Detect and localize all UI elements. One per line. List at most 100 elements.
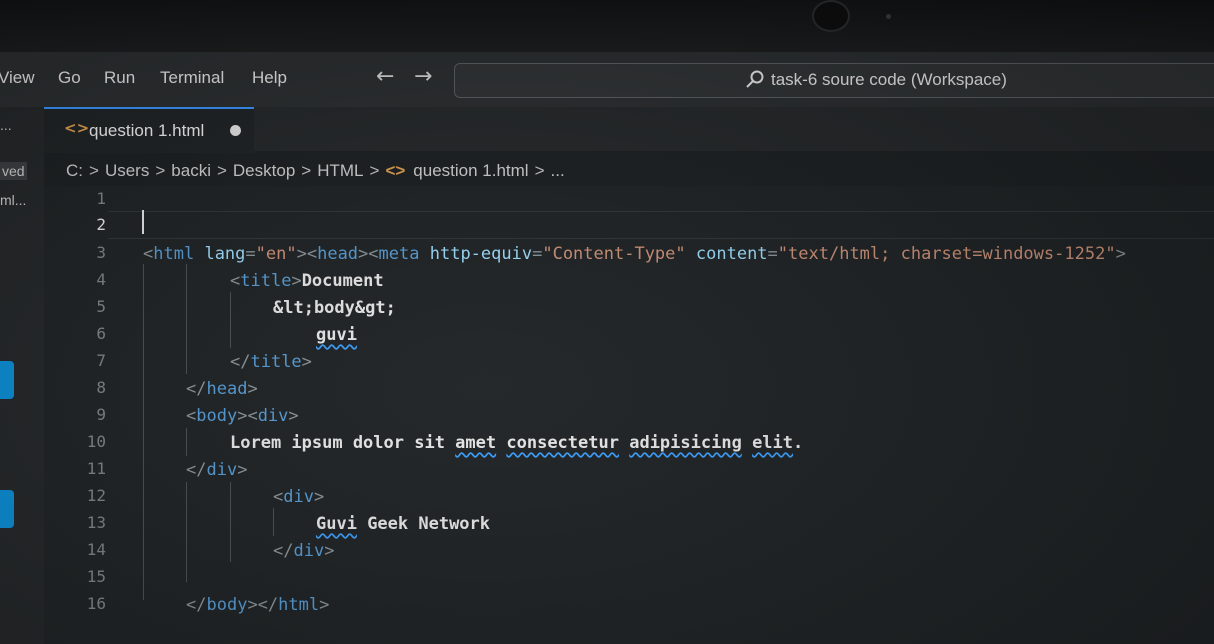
menu-view[interactable]: View (0, 68, 35, 88)
chevron-right-icon: > (155, 161, 166, 180)
breadcrumb-item[interactable]: question 1.html (413, 161, 528, 180)
indent-guide (186, 428, 187, 456)
menu-terminal[interactable]: Terminal (160, 68, 224, 88)
breadcrumb: C: > Users > backi > Desktop > HTML > <> question 1… (66, 161, 565, 181)
line-number: 13 (86, 513, 106, 532)
token: div (283, 487, 314, 507)
token: title (240, 271, 292, 291)
indent-guide (186, 264, 187, 374)
token: http-equiv (429, 244, 533, 264)
token: . (793, 433, 804, 453)
breadcrumb-item[interactable]: Desktop (233, 161, 295, 180)
code-line-13: Guvi Geek Network (316, 514, 490, 534)
token: elit (752, 433, 794, 453)
menu-go[interactable]: Go (58, 68, 81, 88)
html-file-icon: <> (64, 119, 90, 137)
sidebar-strip: ... ved ml... (0, 107, 44, 644)
tab-bar: <> question 1.html (44, 107, 1214, 153)
token: adipisicing (629, 433, 742, 453)
token: consectetur (506, 433, 619, 453)
line-number: 14 (86, 540, 106, 559)
line-number: 5 (96, 297, 106, 316)
token: title (250, 352, 302, 372)
tab-label: question 1.html (89, 121, 205, 140)
tab-question-1-html[interactable]: <> question 1.html (44, 107, 254, 153)
token: = (245, 244, 256, 264)
token: >< (296, 244, 318, 264)
code-line-14: </div> (273, 541, 334, 561)
code-line-5: &lt;body&gt; (273, 298, 396, 318)
search-icon (746, 70, 764, 88)
title-bar: View Go Run Terminal Help ← → task-6 sou… (0, 52, 1214, 107)
sidebar-more-icon[interactable]: ... (0, 117, 12, 133)
command-center-search[interactable]: task-6 soure code (Workspace) (454, 63, 1214, 98)
token: > (291, 271, 302, 291)
code-line-11: </div> (186, 460, 247, 480)
code-line-8: </head> (186, 379, 258, 399)
chevron-right-icon: > (216, 161, 227, 180)
token: meta (378, 244, 420, 264)
light-sensor (886, 14, 891, 19)
token: div (293, 541, 325, 561)
html-file-icon: <> (385, 161, 406, 180)
indent-guide (186, 482, 187, 582)
breadcrumb-item[interactable]: HTML (317, 161, 363, 180)
token: html (153, 244, 195, 264)
line-number: 3 (96, 243, 106, 262)
search-text: task-6 soure code (Workspace) (771, 70, 1007, 89)
webcam-icon (812, 0, 850, 32)
token: body (206, 595, 248, 615)
token: Guvi (316, 514, 357, 534)
token: </ (230, 352, 251, 372)
token: body (196, 406, 238, 426)
code-line-16: </body></html> (186, 595, 329, 615)
line-number: 4 (96, 270, 106, 289)
token: > (288, 406, 299, 426)
token: amet (455, 433, 497, 453)
breadcrumb-item[interactable]: ... (551, 161, 565, 180)
unsaved-dot-icon[interactable] (230, 125, 241, 136)
sidebar-fragment-file[interactable]: ml... (0, 192, 26, 208)
breadcrumb-item[interactable]: Users (105, 161, 149, 180)
forward-arrow-icon[interactable]: → (414, 64, 432, 89)
token: content (695, 244, 768, 264)
token: lang (204, 244, 246, 264)
token: < (273, 487, 284, 507)
token: > (319, 595, 330, 615)
token: Document (301, 271, 384, 291)
token: < (143, 244, 154, 264)
code-line-7: </title> (230, 352, 312, 372)
token: </ (186, 460, 207, 480)
code-line-3: <html lang="en"><head><meta http-equiv="… (143, 244, 1126, 264)
token: </ (186, 595, 207, 615)
line-number: 15 (86, 567, 106, 586)
token: < (230, 271, 241, 291)
token: head (317, 244, 359, 264)
line-number: 12 (86, 486, 106, 505)
token: > (1115, 244, 1126, 264)
line-number: 6 (96, 324, 106, 343)
token: > (313, 487, 325, 507)
current-line-highlight (108, 211, 1214, 239)
menu-run[interactable]: Run (104, 68, 135, 88)
indent-guide (230, 482, 231, 562)
laptop-bezel (0, 0, 1214, 52)
line-number: 2 (96, 215, 106, 234)
back-arrow-icon[interactable]: ← (376, 64, 394, 89)
token: > (237, 460, 248, 480)
breadcrumb-item[interactable]: C: (66, 161, 83, 180)
sidebar-fragment-saved: ved (0, 162, 27, 180)
line-number: 16 (86, 594, 106, 613)
token: "text/html; charset=windows-1252" (777, 244, 1116, 264)
breadcrumb-item[interactable]: backi (171, 161, 211, 180)
token: head (206, 379, 248, 399)
line-number: 10 (86, 432, 106, 451)
text-cursor (142, 210, 144, 234)
line-number: 8 (96, 378, 106, 397)
line-number: 11 (86, 459, 106, 478)
menu-help[interactable]: Help (252, 68, 287, 88)
